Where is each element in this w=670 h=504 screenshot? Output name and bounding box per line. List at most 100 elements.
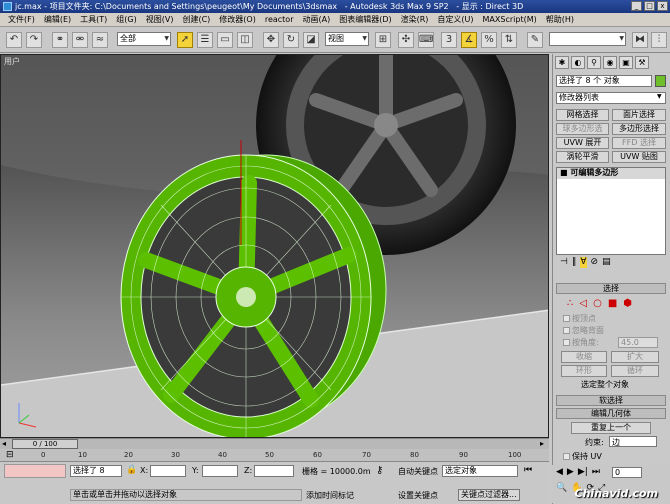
add-time-tag-button[interactable]: 添加时间标记 bbox=[306, 490, 354, 501]
menu-graph-editors[interactable]: 图表编辑器(D) bbox=[339, 14, 391, 25]
scale-icon[interactable]: ◪ bbox=[303, 32, 319, 48]
rotate-icon[interactable]: ↻ bbox=[283, 32, 299, 48]
poly-select-disabled-button[interactable]: 球多边形选 bbox=[556, 123, 609, 135]
utilities-tab-icon[interactable]: ⚒ bbox=[635, 56, 649, 69]
x-coordinate-field[interactable] bbox=[150, 465, 186, 477]
close-button[interactable]: x bbox=[657, 1, 668, 11]
zoom-icon[interactable]: 🔍 bbox=[556, 483, 567, 493]
unlink-icon[interactable]: ⚮ bbox=[72, 32, 88, 48]
maximize-button[interactable]: □ bbox=[644, 1, 655, 11]
named-selection-sets-dropdown[interactable] bbox=[549, 32, 626, 46]
named-selection-icon[interactable]: ✎ bbox=[527, 32, 543, 48]
ffd-select-button[interactable]: FFD 选择 bbox=[612, 137, 666, 149]
menu-help[interactable]: 帮助(H) bbox=[546, 14, 574, 25]
track-bar-toggle-icon[interactable]: ⊟ bbox=[6, 450, 14, 460]
show-end-result-icon[interactable]: ‖ bbox=[572, 257, 577, 268]
ring-button[interactable]: 环形 bbox=[561, 365, 607, 377]
y-coordinate-field[interactable] bbox=[202, 465, 238, 477]
object-name-field[interactable]: 选择了 8 个 对象 bbox=[556, 75, 652, 87]
key-target-dropdown[interactable]: 选定对象 bbox=[442, 465, 518, 477]
auto-key-button[interactable]: 自动关键点 bbox=[398, 466, 438, 477]
edge-level-icon[interactable]: ◁ bbox=[579, 298, 587, 309]
goto-start-icon[interactable]: ⏮ bbox=[524, 465, 532, 475]
set-key-button[interactable]: 设置关键点 bbox=[398, 490, 438, 501]
bind-space-warp-icon[interactable]: ≈ bbox=[92, 32, 108, 48]
viewport-label[interactable]: 用户 bbox=[4, 56, 20, 67]
snaps-toggle-icon[interactable]: 3 bbox=[441, 32, 457, 48]
soft-selection-rollout-header[interactable]: 软选择 bbox=[556, 395, 666, 406]
keyboard-shortcut-icon[interactable]: ⌨ bbox=[418, 32, 434, 48]
turbosmooth-button[interactable]: 涡轮平滑 bbox=[556, 151, 609, 163]
app-icon[interactable] bbox=[3, 2, 12, 11]
preserve-uv-checkbox[interactable]: 保持 UV bbox=[563, 451, 602, 462]
menu-edit[interactable]: 编辑(E) bbox=[44, 14, 71, 25]
pivot-center-icon[interactable]: ⊞ bbox=[375, 32, 391, 48]
create-tab-icon[interactable]: ✱ bbox=[555, 56, 569, 69]
patch-select-button[interactable]: 面片选择 bbox=[612, 109, 666, 121]
uvw-unwrap-button[interactable]: UVW 展开 bbox=[556, 137, 609, 149]
link-icon[interactable]: ⚭ bbox=[52, 32, 68, 48]
select-manipulate-icon[interactable]: ✣ bbox=[398, 32, 414, 48]
select-by-name-icon[interactable]: ☰ bbox=[197, 32, 213, 48]
mesh-select-button[interactable]: 网格选择 bbox=[556, 109, 609, 121]
key-mode-icon[interactable]: ⚷ bbox=[376, 465, 383, 476]
border-level-icon[interactable]: ○ bbox=[593, 298, 602, 309]
lock-selection-icon[interactable]: 🔒 bbox=[126, 465, 137, 475]
repeat-last-button[interactable]: 重复上一个 bbox=[571, 422, 651, 434]
menu-modifiers[interactable]: 修改器(O) bbox=[219, 14, 256, 25]
motion-tab-icon[interactable]: ◉ bbox=[603, 56, 617, 69]
move-icon[interactable]: ✥ bbox=[263, 32, 279, 48]
menu-animation[interactable]: 动画(A) bbox=[302, 14, 330, 25]
minimize-button[interactable]: _ bbox=[631, 1, 642, 11]
menu-create[interactable]: 创建(C) bbox=[182, 14, 210, 25]
angle-snap-icon[interactable]: ∡ bbox=[461, 32, 477, 48]
make-unique-icon[interactable]: ∀ bbox=[580, 257, 587, 268]
redo-icon[interactable]: ↷ bbox=[26, 32, 42, 48]
grow-button[interactable]: 扩大 bbox=[611, 351, 659, 363]
object-color-swatch[interactable] bbox=[655, 75, 666, 87]
hierarchy-tab-icon[interactable]: ⚲ bbox=[587, 56, 601, 69]
z-coordinate-field[interactable] bbox=[254, 465, 294, 477]
stack-expand-icon[interactable]: ■ bbox=[560, 168, 570, 177]
pin-stack-icon[interactable]: ⊣ bbox=[560, 257, 568, 268]
menu-group[interactable]: 组(G) bbox=[116, 14, 136, 25]
spinner-snap-icon[interactable]: ⇅ bbox=[501, 32, 517, 48]
goto-end-icon[interactable]: ⏭ bbox=[592, 467, 600, 477]
select-object-icon[interactable]: ➚ bbox=[177, 32, 193, 48]
edit-geometry-rollout-header[interactable]: 编辑几何体 bbox=[556, 408, 666, 419]
track-bar[interactable]: ⊟ 0 10 20 30 40 50 60 70 80 90 100 bbox=[0, 449, 549, 462]
rectangular-selection-icon[interactable]: ▭ bbox=[217, 32, 233, 48]
selection-filter-dropdown[interactable]: 全部 bbox=[117, 32, 171, 46]
time-slider-left-arrow-icon[interactable]: ◂ bbox=[2, 439, 6, 448]
angle-spinner[interactable]: 45.0 bbox=[618, 337, 658, 348]
modify-tab-icon[interactable]: ◐ bbox=[571, 56, 585, 69]
stack-item-editable-poly[interactable]: ■ 可编辑多边形 bbox=[557, 168, 665, 179]
loop-button[interactable]: 循环 bbox=[611, 365, 659, 377]
percent-snap-icon[interactable]: % bbox=[481, 32, 497, 48]
display-tab-icon[interactable]: ▣ bbox=[619, 56, 633, 69]
mirror-icon[interactable]: ⧓ bbox=[632, 32, 648, 48]
undo-icon[interactable]: ↶ bbox=[6, 32, 22, 48]
next-frame-icon[interactable]: ▶| bbox=[578, 467, 588, 477]
menu-customize[interactable]: 自定义(U) bbox=[437, 14, 473, 25]
menu-reactor[interactable]: reactor bbox=[265, 15, 294, 24]
menu-views[interactable]: 视图(V) bbox=[146, 14, 174, 25]
remove-modifier-icon[interactable]: ⊘ bbox=[591, 257, 599, 268]
ignore-backface-checkbox[interactable]: 忽略背面 bbox=[563, 325, 604, 336]
time-slider-thumb[interactable]: 0 / 100 bbox=[12, 439, 78, 449]
menu-rendering[interactable]: 渲染(R) bbox=[401, 14, 429, 25]
menu-maxscript[interactable]: MAXScript(M) bbox=[483, 15, 537, 24]
modifier-list-dropdown[interactable]: 修改器列表 bbox=[556, 92, 666, 104]
reference-coordinate-dropdown[interactable]: 视图 bbox=[325, 32, 369, 46]
current-frame-field[interactable]: 0 bbox=[612, 467, 642, 478]
uvw-map-button[interactable]: UVW 贴图 bbox=[612, 151, 666, 163]
vertex-level-icon[interactable]: ∴ bbox=[567, 298, 573, 309]
menu-tools[interactable]: 工具(T) bbox=[80, 14, 107, 25]
shrink-button[interactable]: 收缩 bbox=[561, 351, 607, 363]
perspective-viewport[interactable]: 用户 bbox=[0, 54, 549, 438]
maxscript-listener-field[interactable] bbox=[4, 464, 66, 478]
time-slider[interactable]: ◂ 0 / 100 ▸ bbox=[0, 438, 549, 449]
by-vertex-checkbox[interactable]: 按顶点 bbox=[563, 313, 596, 324]
time-slider-right-arrow-icon[interactable]: ▸ bbox=[540, 439, 544, 448]
polygon-level-icon[interactable]: ■ bbox=[608, 298, 617, 309]
